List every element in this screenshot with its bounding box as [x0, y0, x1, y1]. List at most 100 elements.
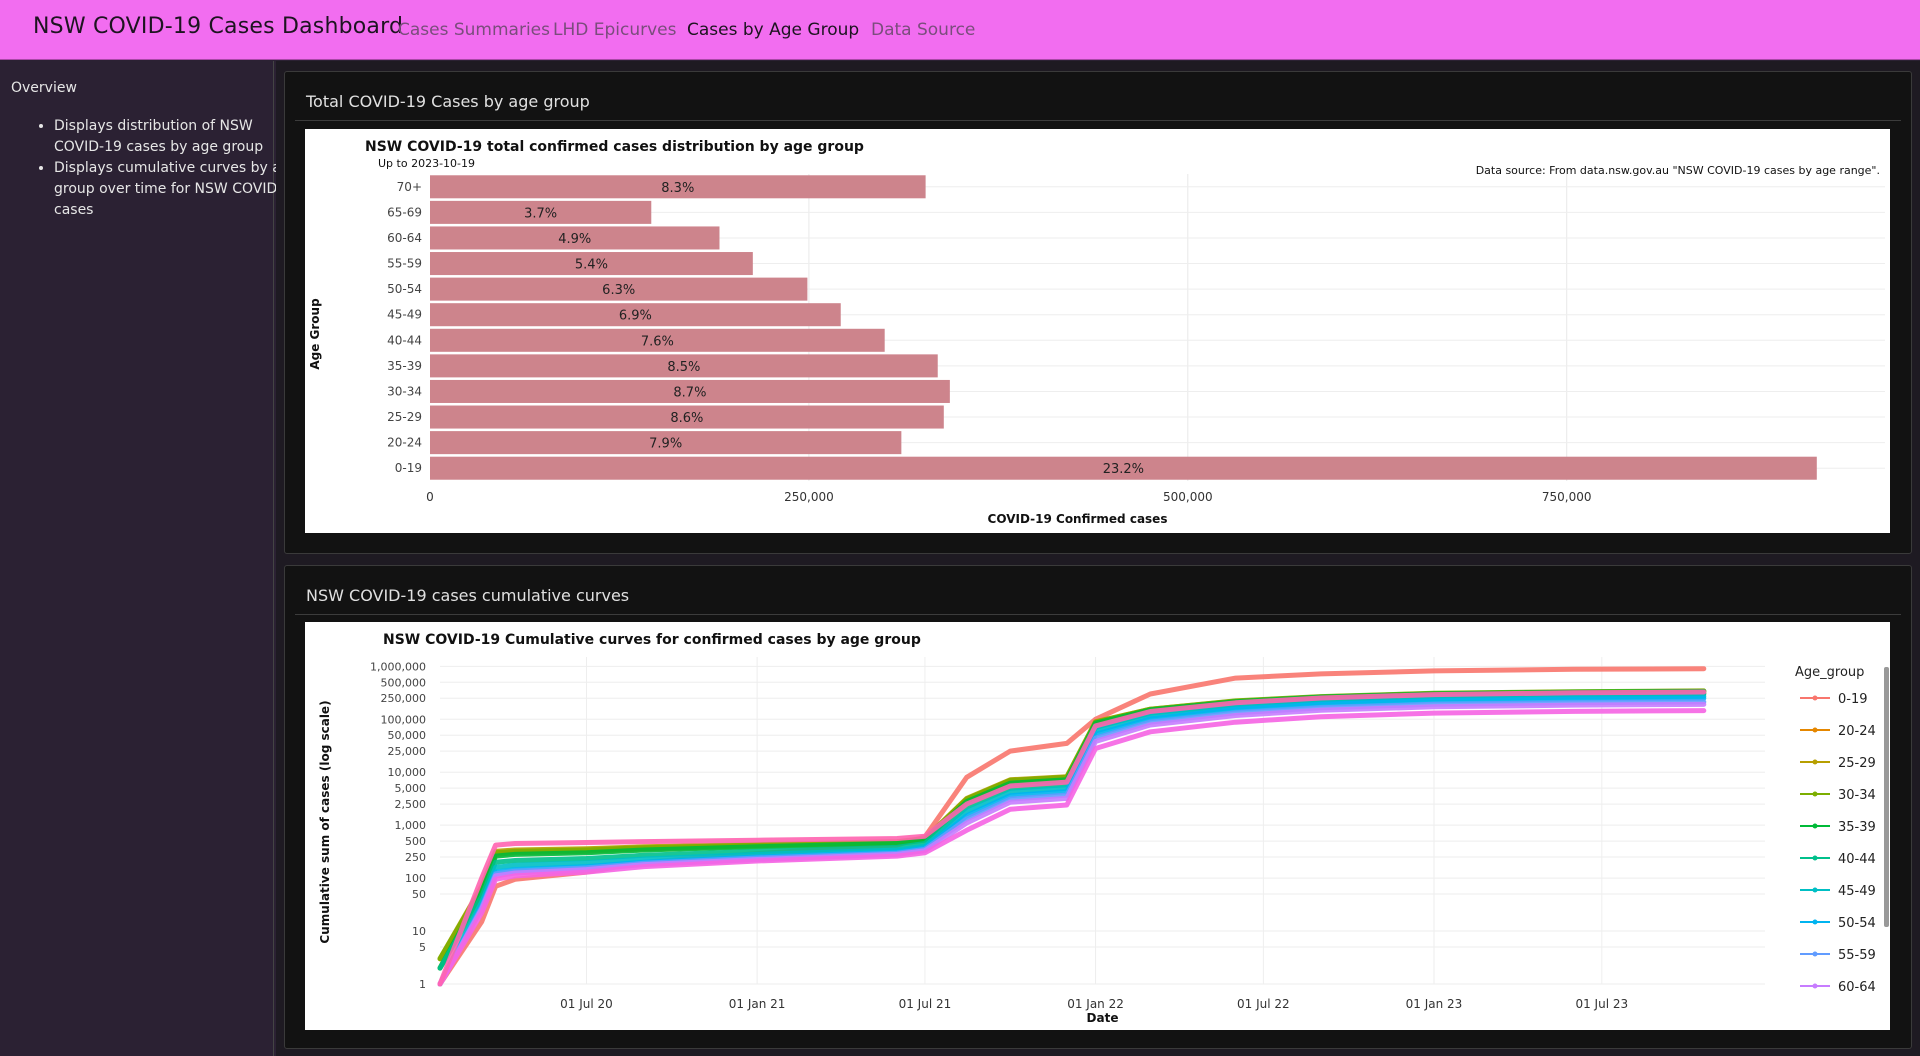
- bar-data-label: 7.6%: [641, 334, 674, 349]
- bar-data-label: 8.3%: [661, 181, 694, 196]
- bar-data-label: 8.6%: [670, 411, 703, 426]
- series-line-70+: [437, 689, 1707, 987]
- bar-data-label: 6.3%: [602, 283, 635, 298]
- series-line-20-24: [437, 690, 1707, 971]
- bar-data-label: 8.5%: [667, 360, 700, 375]
- legend-marker-20-24: [1812, 727, 1818, 733]
- x-tick-label: 01 Jul 22: [1237, 997, 1290, 1011]
- sidebar-title: Overview: [11, 80, 77, 96]
- legend-label-30-34: 30-34: [1838, 788, 1876, 803]
- sidebar-list-item: Displays cumulative curves by age group …: [54, 158, 304, 221]
- y-tick-label: 25,000: [388, 745, 427, 758]
- x-tick-label: 0: [426, 490, 434, 504]
- x-tick-label: 01 Jan 21: [729, 997, 786, 1011]
- y-tick-label: 100: [405, 872, 426, 885]
- x-tick-label: 01 Jan 23: [1406, 997, 1463, 1011]
- bar-data-label: 3.7%: [524, 206, 557, 221]
- y-tick-label: 100,000: [381, 713, 427, 726]
- bar-data-label: 5.4%: [575, 258, 608, 273]
- legend-label-45-49: 45-49: [1838, 884, 1876, 899]
- y-tick-label: 40-44: [387, 333, 422, 347]
- y-tick-label: 500: [405, 835, 426, 848]
- y-tick-label: 45-49: [387, 308, 422, 322]
- y-tick-label: 1: [419, 978, 426, 991]
- legend-label-50-54: 50-54: [1838, 916, 1876, 931]
- legend-title: Age_group: [1795, 665, 1864, 680]
- data-source-annotation: Data source: From data.nsw.gov.au "NSW C…: [1476, 164, 1880, 177]
- legend-marker-25-29: [1812, 759, 1818, 765]
- y-tick-label: 50-54: [387, 282, 422, 296]
- legend-marker-60-64: [1812, 983, 1818, 989]
- line-chart-card: NSW COVID-19 cases cumulative curves 151…: [284, 565, 1912, 1049]
- y-tick-label: 2,500: [395, 798, 427, 811]
- y-tick-label: 10,000: [388, 766, 427, 779]
- y-tick-label: 20-24: [387, 436, 422, 450]
- x-tick-label: 01 Jan 22: [1067, 997, 1124, 1011]
- legend-label-35-39: 35-39: [1838, 820, 1876, 835]
- x-tick-label: 250,000: [784, 490, 834, 504]
- y-tick-label: 1,000: [395, 819, 427, 832]
- y-tick-label: 50,000: [388, 729, 427, 742]
- nav-link-data-source[interactable]: Data Source: [871, 20, 975, 40]
- bar-chart-svg[interactable]: 0 250,000 500,000 750,000 23.2% 0-19 7.9% 20-24…: [305, 129, 1890, 533]
- x-axis-label: Date: [1087, 1011, 1119, 1025]
- x-tick-label: 500,000: [1163, 490, 1213, 504]
- bar-data-label: 7.9%: [649, 437, 682, 452]
- main-content: Total COVID-19 Cases by age group 0 250,0…: [276, 61, 1920, 1056]
- legend-marker-55-59: [1812, 951, 1818, 957]
- y-tick-label: 1,000,000: [370, 660, 426, 673]
- y-tick-label: 50: [412, 888, 426, 901]
- y-axis-label: Cumulative sum of cases (log scale): [318, 700, 332, 943]
- y-tick-label: 70+: [397, 180, 422, 194]
- y-tick-label: 5: [419, 941, 426, 954]
- y-tick-label: 10: [412, 925, 426, 938]
- navbar: NSW COVID-19 Cases Dashboard Cases Summa…: [0, 0, 1920, 60]
- y-tick-label: 250,000: [381, 692, 427, 705]
- y-tick-label: 35-39: [387, 359, 422, 373]
- card-divider: [295, 614, 1901, 615]
- legend-label-20-24: 20-24: [1838, 724, 1876, 739]
- y-tick-label: 30-34: [387, 384, 422, 398]
- bar-chart-subtitle: Up to 2023-10-19: [378, 157, 475, 170]
- x-tick-label: 01 Jul 21: [899, 997, 952, 1011]
- legend-marker-0-19: [1812, 695, 1818, 701]
- bar-card-title: Total COVID-19 Cases by age group: [306, 92, 590, 111]
- y-tick-label: 60-64: [387, 231, 422, 245]
- y-tick-label: 500,000: [381, 676, 427, 689]
- sidebar-list-item: Displays distribution of NSW COVID-19 ca…: [54, 116, 304, 158]
- bar-chart-title: NSW COVID-19 total confirmed cases distr…: [365, 139, 864, 155]
- legend-label-40-44: 40-44: [1838, 852, 1876, 867]
- x-tick-label: 750,000: [1542, 490, 1592, 504]
- series-line-35-39: [437, 689, 1707, 971]
- bar-chart-plot[interactable]: 0 250,000 500,000 750,000 23.2% 0-19 7.9% 20-24…: [305, 129, 1890, 533]
- bar-data-label: 6.9%: [619, 309, 652, 324]
- nav-link-cases-by-age-group[interactable]: Cases by Age Group: [687, 20, 859, 40]
- y-tick-label: 55-59: [387, 257, 422, 271]
- legend-marker-50-54: [1812, 919, 1818, 925]
- x-tick-label: 01 Jul 23: [1575, 997, 1628, 1011]
- card-divider: [295, 120, 1901, 121]
- legend-marker-35-39: [1812, 823, 1818, 829]
- line-chart-title: NSW COVID-19 Cumulative curves for confi…: [383, 632, 921, 648]
- legend-marker-30-34: [1812, 791, 1818, 797]
- y-tick-label: 250: [405, 851, 426, 864]
- legend-label-60-64: 60-64: [1838, 980, 1876, 995]
- y-tick-label: 65-69: [387, 205, 422, 219]
- y-axis-label: Age Group: [308, 298, 322, 370]
- line-chart-svg[interactable]: 1 5 10 50 100 250 500 1,000 2,500 5,000 10,000 25,0…: [305, 622, 1890, 1030]
- y-tick-label: 25-29: [387, 410, 422, 424]
- y-tick-label: 0-19: [395, 461, 422, 475]
- sidebar-list: Displays distribution of NSW COVID-19 ca…: [18, 116, 304, 221]
- bar-chart-card: Total COVID-19 Cases by age group 0 250,0…: [284, 71, 1912, 554]
- legend-scrollbar[interactable]: [1884, 667, 1889, 927]
- y-tick-label: 5,000: [395, 782, 427, 795]
- line-chart-plot[interactable]: 1 5 10 50 100 250 500 1,000 2,500 5,000 10,000 25,0…: [305, 622, 1890, 1030]
- legend-label-0-19: 0-19: [1838, 692, 1868, 707]
- bar-data-label: 23.2%: [1103, 462, 1144, 477]
- bar-data-label: 8.7%: [673, 385, 706, 400]
- nav-link-lhd-epicurves[interactable]: LHD Epicurves: [553, 20, 677, 40]
- nav-link-cases-summaries[interactable]: Cases Summaries: [398, 20, 550, 40]
- x-tick-label: 01 Jul 20: [560, 997, 613, 1011]
- bar-data-label: 4.9%: [558, 232, 591, 247]
- dashboard-brand[interactable]: NSW COVID-19 Cases Dashboard: [33, 14, 403, 39]
